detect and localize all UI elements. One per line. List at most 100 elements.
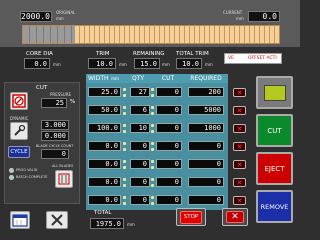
required-cell[interactable]: 200: [188, 87, 224, 97]
qty-stepper-dot[interactable]: [151, 130, 154, 133]
all-blades-button[interactable]: [55, 170, 73, 188]
required-cell[interactable]: 5000: [188, 105, 224, 115]
cycle-button[interactable]: CYCLE: [8, 146, 30, 158]
table-row: 0.0 0 0 0: [86, 141, 228, 153]
required-cell[interactable]: 1000: [188, 123, 224, 133]
qty-stepper-dot[interactable]: [151, 106, 154, 109]
all-blades-label: ALL BLADES: [52, 164, 74, 168]
qty-stepper-dot[interactable]: [123, 160, 126, 163]
blade-cycle-count-label: BLADE CYCLE COUNT: [36, 144, 74, 148]
qty-stepper-dot[interactable]: [123, 202, 126, 205]
core-dia-unit: mm: [53, 62, 61, 67]
required-cell[interactable]: 0: [188, 159, 224, 169]
current-unit: mm: [236, 16, 244, 21]
prog-valid-radio[interactable]: [9, 168, 14, 173]
delete-row-button[interactable]: ✕: [233, 88, 246, 97]
cut-mode-button[interactable]: [10, 92, 28, 110]
qty-stepper-dot[interactable]: [151, 94, 154, 97]
qty-stepper-dot[interactable]: [123, 112, 126, 115]
eject-button-label: EJECT: [264, 164, 285, 173]
required-cell[interactable]: 0: [188, 141, 224, 151]
qty-stepper-dot[interactable]: [151, 142, 154, 145]
qty-stepper-dot[interactable]: [151, 88, 154, 91]
dynamic-button[interactable]: [10, 122, 28, 140]
delete-row-button[interactable]: ✕: [233, 106, 246, 115]
qty-stepper-dot[interactable]: [123, 196, 126, 199]
width-cell[interactable]: 0.0: [88, 141, 121, 151]
qty-cell[interactable]: 6: [130, 105, 150, 115]
table-row: 0.0 0 0 0: [86, 195, 228, 207]
qty-stepper-dot[interactable]: [123, 130, 126, 133]
width-cell[interactable]: 0.0: [88, 177, 121, 187]
stop-button[interactable]: STOP: [176, 208, 206, 226]
dynamic-value-2[interactable]: 0.000: [41, 131, 69, 141]
qty-stepper-dot[interactable]: [151, 166, 154, 169]
qty-stepper-dot[interactable]: [151, 202, 154, 205]
eject-button[interactable]: EJECT: [256, 152, 293, 185]
qty-stepper-dot[interactable]: [151, 124, 154, 127]
trim-unit: mm: [119, 62, 127, 67]
width-cell[interactable]: 50.0: [88, 105, 121, 115]
remove-button[interactable]: REMOVE: [256, 190, 293, 223]
qty-cell[interactable]: 0: [130, 141, 150, 151]
wrench-icon: [14, 124, 26, 136]
table-row: 50.0 6 0 5000: [86, 105, 228, 117]
green-status-button[interactable]: [256, 76, 293, 109]
cut-cell: 0: [156, 123, 182, 133]
qty-stepper-dot[interactable]: [123, 148, 126, 151]
current-length-display: 0.0: [248, 11, 280, 22]
qty-stepper-dot[interactable]: [123, 166, 126, 169]
qty-stepper-dot[interactable]: [123, 184, 126, 187]
qty-stepper-dot[interactable]: [123, 142, 126, 145]
qty-stepper-dot[interactable]: [123, 88, 126, 91]
qty-stepper-dot[interactable]: [151, 148, 154, 151]
trim-input[interactable]: 10.0: [88, 58, 116, 69]
qty-cell[interactable]: 27: [130, 87, 150, 97]
remove-button-label: REMOVE: [260, 202, 289, 211]
original-unit: mm: [56, 16, 64, 21]
original-label: ORIGINAL: [56, 10, 76, 15]
tools-button[interactable]: [46, 211, 68, 229]
cancel-button[interactable]: ✕: [222, 208, 248, 226]
width-cell[interactable]: 0.0: [88, 195, 121, 205]
tools-icon: [51, 214, 63, 226]
required-cell[interactable]: 0: [188, 195, 224, 205]
qty-stepper-dot[interactable]: [151, 178, 154, 181]
required-cell[interactable]: 0: [188, 177, 224, 187]
qty-cell[interactable]: 0: [130, 159, 150, 169]
prog-valid-label: PROG VALID: [16, 168, 38, 172]
qty-stepper-dot[interactable]: [123, 106, 126, 109]
width-cell[interactable]: 0.0: [88, 159, 121, 169]
dynamic-value-1[interactable]: 3.000: [41, 120, 69, 130]
delete-row-button[interactable]: ✕: [233, 178, 246, 187]
dynamic-label: DYNAMIC: [10, 116, 29, 121]
delete-row-button[interactable]: ✕: [233, 160, 246, 169]
table-row: 0.0 0 0 0: [86, 159, 228, 171]
header-width: WIDTH: [88, 75, 109, 82]
qty-stepper-dot[interactable]: [123, 124, 126, 127]
delete-row-button[interactable]: ✕: [233, 142, 246, 151]
core-dia-label: CORE DIA: [26, 51, 53, 57]
cut-button[interactable]: CUT: [256, 114, 293, 147]
roll-cut-segments: [75, 26, 279, 43]
batch-complete-radio[interactable]: [9, 175, 14, 180]
qty-cell[interactable]: 0: [130, 177, 150, 187]
width-cell[interactable]: 25.0: [88, 87, 121, 97]
total-trim-label: TOTAL TRIM: [176, 51, 209, 57]
delete-row-button[interactable]: ✕: [233, 124, 246, 133]
pressure-input[interactable]: 25: [41, 98, 67, 108]
qty-stepper-dot[interactable]: [123, 94, 126, 97]
width-cell[interactable]: 100.0: [88, 123, 121, 133]
cut-cell: 0: [156, 177, 182, 187]
cut-cell: 0: [156, 195, 182, 205]
qty-stepper-dot[interactable]: [151, 112, 154, 115]
calendar-button[interactable]: [10, 211, 30, 229]
qty-cell[interactable]: 0: [130, 195, 150, 205]
qty-stepper-dot[interactable]: [151, 184, 154, 187]
qty-stepper-dot[interactable]: [151, 196, 154, 199]
delete-row-button[interactable]: ✕: [233, 196, 246, 205]
core-dia-display: 0.0: [24, 58, 50, 69]
qty-stepper-dot[interactable]: [151, 160, 154, 163]
qty-stepper-dot[interactable]: [123, 178, 126, 181]
qty-cell[interactable]: 10: [130, 123, 150, 133]
